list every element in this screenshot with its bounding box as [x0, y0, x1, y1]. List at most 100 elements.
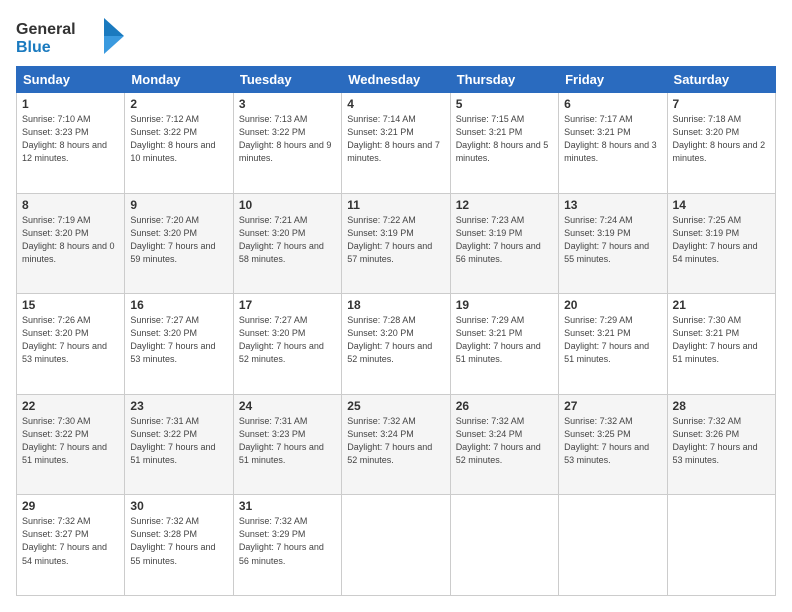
day-number: 3 — [239, 97, 336, 111]
logo: GeneralBlue — [16, 16, 136, 58]
calendar-cell: 2 Sunrise: 7:12 AM Sunset: 3:22 PM Daylig… — [125, 93, 233, 194]
day-info: Sunrise: 7:27 AM Sunset: 3:20 PM Dayligh… — [130, 314, 227, 366]
day-info: Sunrise: 7:32 AM Sunset: 3:24 PM Dayligh… — [347, 415, 444, 467]
day-info: Sunrise: 7:24 AM Sunset: 3:19 PM Dayligh… — [564, 214, 661, 266]
day-number: 19 — [456, 298, 553, 312]
calendar-cell — [667, 495, 775, 596]
day-number: 15 — [22, 298, 119, 312]
weekday-header-monday: Monday — [125, 67, 233, 93]
day-info: Sunrise: 7:32 AM Sunset: 3:26 PM Dayligh… — [673, 415, 770, 467]
calendar-cell: 25 Sunrise: 7:32 AM Sunset: 3:24 PM Dayli… — [342, 394, 450, 495]
day-info: Sunrise: 7:10 AM Sunset: 3:23 PM Dayligh… — [22, 113, 119, 165]
day-number: 26 — [456, 399, 553, 413]
calendar-cell: 18 Sunrise: 7:28 AM Sunset: 3:20 PM Dayli… — [342, 294, 450, 395]
day-info: Sunrise: 7:32 AM Sunset: 3:25 PM Dayligh… — [564, 415, 661, 467]
day-info: Sunrise: 7:30 AM Sunset: 3:22 PM Dayligh… — [22, 415, 119, 467]
day-number: 4 — [347, 97, 444, 111]
day-info: Sunrise: 7:14 AM Sunset: 3:21 PM Dayligh… — [347, 113, 444, 165]
day-number: 11 — [347, 198, 444, 212]
day-number: 28 — [673, 399, 770, 413]
day-info: Sunrise: 7:32 AM Sunset: 3:27 PM Dayligh… — [22, 515, 119, 567]
calendar-cell: 22Sunrise: 7:30 AM Sunset: 3:22 PM Dayli… — [17, 394, 125, 495]
calendar-cell — [342, 495, 450, 596]
day-info: Sunrise: 7:18 AM Sunset: 3:20 PM Dayligh… — [673, 113, 770, 165]
day-number: 12 — [456, 198, 553, 212]
page: GeneralBlue SundayMondayTuesdayWednesday… — [0, 0, 792, 612]
day-number: 6 — [564, 97, 661, 111]
weekday-header-wednesday: Wednesday — [342, 67, 450, 93]
day-info: Sunrise: 7:27 AM Sunset: 3:20 PM Dayligh… — [239, 314, 336, 366]
day-info: Sunrise: 7:19 AM Sunset: 3:20 PM Dayligh… — [22, 214, 119, 266]
day-number: 25 — [347, 399, 444, 413]
calendar-cell: 26 Sunrise: 7:32 AM Sunset: 3:24 PM Dayli… — [450, 394, 558, 495]
calendar-cell: 1 Sunrise: 7:10 AM Sunset: 3:23 PM Daylig… — [17, 93, 125, 194]
day-info: Sunrise: 7:28 AM Sunset: 3:20 PM Dayligh… — [347, 314, 444, 366]
calendar-cell: 14 Sunrise: 7:25 AM Sunset: 3:19 PM Dayli… — [667, 193, 775, 294]
calendar-week-row: 15 Sunrise: 7:26 AM Sunset: 3:20 PM Dayli… — [17, 294, 776, 395]
weekday-header-thursday: Thursday — [450, 67, 558, 93]
day-info: Sunrise: 7:26 AM Sunset: 3:20 PM Dayligh… — [22, 314, 119, 366]
day-number: 29 — [22, 499, 119, 513]
calendar-cell: 9 Sunrise: 7:20 AM Sunset: 3:20 PM Daylig… — [125, 193, 233, 294]
calendar-cell: 3Sunrise: 7:13 AM Sunset: 3:22 PM Daylig… — [233, 93, 341, 194]
day-number: 30 — [130, 499, 227, 513]
calendar-cell: 6 Sunrise: 7:17 AM Sunset: 3:21 PM Daylig… — [559, 93, 667, 194]
calendar-cell: 11Sunrise: 7:22 AM Sunset: 3:19 PM Dayli… — [342, 193, 450, 294]
calendar-cell: 5 Sunrise: 7:15 AM Sunset: 3:21 PM Daylig… — [450, 93, 558, 194]
day-info: Sunrise: 7:29 AM Sunset: 3:21 PM Dayligh… — [456, 314, 553, 366]
day-info: Sunrise: 7:20 AM Sunset: 3:20 PM Dayligh… — [130, 214, 227, 266]
day-number: 31 — [239, 499, 336, 513]
day-number: 14 — [673, 198, 770, 212]
calendar-cell: 4 Sunrise: 7:14 AM Sunset: 3:21 PM Daylig… — [342, 93, 450, 194]
logo-svg: GeneralBlue — [16, 16, 136, 58]
day-number: 2 — [130, 97, 227, 111]
calendar-cell: 30 Sunrise: 7:32 AM Sunset: 3:28 PM Dayli… — [125, 495, 233, 596]
day-info: Sunrise: 7:32 AM Sunset: 3:29 PM Dayligh… — [239, 515, 336, 567]
calendar-week-row: 29 Sunrise: 7:32 AM Sunset: 3:27 PM Dayli… — [17, 495, 776, 596]
day-number: 8 — [22, 198, 119, 212]
day-number: 10 — [239, 198, 336, 212]
day-number: 18 — [347, 298, 444, 312]
calendar-cell: 12 Sunrise: 7:23 AM Sunset: 3:19 PM Dayli… — [450, 193, 558, 294]
day-info: Sunrise: 7:21 AM Sunset: 3:20 PM Dayligh… — [239, 214, 336, 266]
day-info: Sunrise: 7:32 AM Sunset: 3:28 PM Dayligh… — [130, 515, 227, 567]
day-number: 7 — [673, 97, 770, 111]
weekday-header-tuesday: Tuesday — [233, 67, 341, 93]
calendar-cell: 13 Sunrise: 7:24 AM Sunset: 3:19 PM Dayli… — [559, 193, 667, 294]
day-info: Sunrise: 7:31 AM Sunset: 3:23 PM Dayligh… — [239, 415, 336, 467]
day-number: 23 — [130, 399, 227, 413]
calendar-cell — [450, 495, 558, 596]
day-info: Sunrise: 7:15 AM Sunset: 3:21 PM Dayligh… — [456, 113, 553, 165]
calendar-cell: 20Sunrise: 7:29 AM Sunset: 3:21 PM Dayli… — [559, 294, 667, 395]
day-number: 13 — [564, 198, 661, 212]
day-number: 9 — [130, 198, 227, 212]
day-number: 1 — [22, 97, 119, 111]
day-info: Sunrise: 7:25 AM Sunset: 3:19 PM Dayligh… — [673, 214, 770, 266]
svg-text:Blue: Blue — [16, 39, 51, 56]
day-number: 17 — [239, 298, 336, 312]
calendar-week-row: 22Sunrise: 7:30 AM Sunset: 3:22 PM Dayli… — [17, 394, 776, 495]
calendar-cell: 21Sunrise: 7:30 AM Sunset: 3:21 PM Dayli… — [667, 294, 775, 395]
weekday-header-friday: Friday — [559, 67, 667, 93]
day-number: 24 — [239, 399, 336, 413]
day-info: Sunrise: 7:12 AM Sunset: 3:22 PM Dayligh… — [130, 113, 227, 165]
calendar-cell: 29 Sunrise: 7:32 AM Sunset: 3:27 PM Dayli… — [17, 495, 125, 596]
calendar-cell — [559, 495, 667, 596]
day-number: 16 — [130, 298, 227, 312]
calendar-cell: 7 Sunrise: 7:18 AM Sunset: 3:20 PM Daylig… — [667, 93, 775, 194]
weekday-header-sunday: Sunday — [17, 67, 125, 93]
day-info: Sunrise: 7:23 AM Sunset: 3:19 PM Dayligh… — [456, 214, 553, 266]
calendar-cell: 27Sunrise: 7:32 AM Sunset: 3:25 PM Dayli… — [559, 394, 667, 495]
day-info: Sunrise: 7:17 AM Sunset: 3:21 PM Dayligh… — [564, 113, 661, 165]
day-info: Sunrise: 7:32 AM Sunset: 3:24 PM Dayligh… — [456, 415, 553, 467]
calendar-cell: 15 Sunrise: 7:26 AM Sunset: 3:20 PM Dayli… — [17, 294, 125, 395]
calendar-cell: 24 Sunrise: 7:31 AM Sunset: 3:23 PM Dayli… — [233, 394, 341, 495]
calendar-week-row: 8 Sunrise: 7:19 AM Sunset: 3:20 PM Daylig… — [17, 193, 776, 294]
calendar-cell: 16 Sunrise: 7:27 AM Sunset: 3:20 PM Dayli… — [125, 294, 233, 395]
calendar-cell: 31 Sunrise: 7:32 AM Sunset: 3:29 PM Dayli… — [233, 495, 341, 596]
calendar-cell: 23Sunrise: 7:31 AM Sunset: 3:22 PM Dayli… — [125, 394, 233, 495]
day-number: 5 — [456, 97, 553, 111]
weekday-header-row: SundayMondayTuesdayWednesdayThursdayFrid… — [17, 67, 776, 93]
calendar-week-row: 1 Sunrise: 7:10 AM Sunset: 3:23 PM Daylig… — [17, 93, 776, 194]
weekday-header-saturday: Saturday — [667, 67, 775, 93]
